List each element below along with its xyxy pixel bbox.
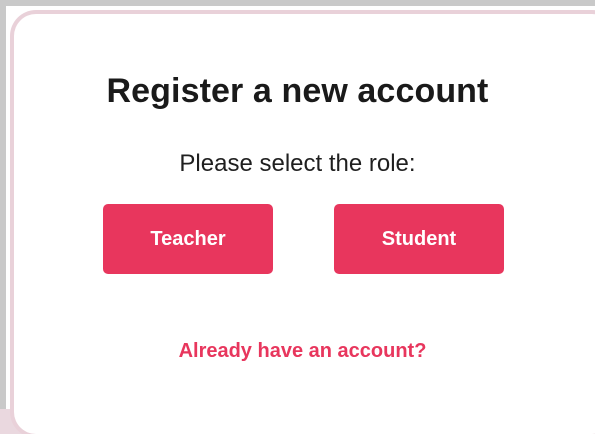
modal-title: Register a new account bbox=[106, 72, 489, 110]
role-select-prompt: Please select the role: bbox=[179, 150, 416, 177]
student-role-button[interactable]: Student bbox=[334, 204, 504, 274]
already-have-account-link[interactable]: Already have an account? bbox=[0, 340, 595, 363]
teacher-role-button[interactable]: Teacher bbox=[103, 204, 273, 274]
